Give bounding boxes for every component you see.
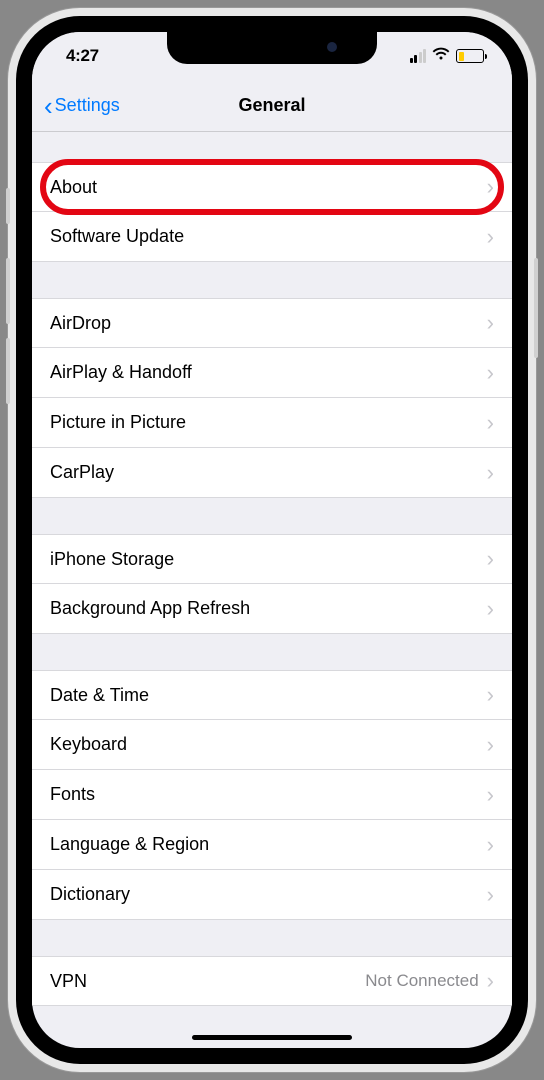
row-label: Language & Region bbox=[50, 834, 487, 855]
settings-row-vpn[interactable]: VPNNot Connected › bbox=[32, 956, 512, 1006]
row-label: AirDrop bbox=[50, 313, 487, 334]
chevron-right-icon: › bbox=[487, 784, 494, 806]
chevron-right-icon: › bbox=[487, 548, 494, 570]
row-label: VPN bbox=[50, 971, 365, 992]
chevron-right-icon: › bbox=[487, 684, 494, 706]
row-label: Fonts bbox=[50, 784, 487, 805]
chevron-right-icon: › bbox=[487, 884, 494, 906]
settings-row-dictionary[interactable]: Dictionary› bbox=[32, 870, 512, 920]
row-label: About bbox=[50, 177, 487, 198]
chevron-right-icon: › bbox=[487, 462, 494, 484]
row-label: AirPlay & Handoff bbox=[50, 362, 487, 383]
settings-content[interactable]: About›Software Update›AirDrop›AirPlay & … bbox=[32, 132, 512, 1048]
chevron-right-icon: › bbox=[487, 312, 494, 334]
navigation-bar: ‹ Settings General bbox=[32, 80, 512, 132]
settings-row-software-update[interactable]: Software Update› bbox=[32, 212, 512, 262]
settings-row-airplay-handoff[interactable]: AirPlay & Handoff› bbox=[32, 348, 512, 398]
row-label: Keyboard bbox=[50, 734, 487, 755]
chevron-right-icon: › bbox=[487, 598, 494, 620]
settings-row-airdrop[interactable]: AirDrop› bbox=[32, 298, 512, 348]
chevron-right-icon: › bbox=[487, 176, 494, 198]
back-button[interactable]: ‹ Settings bbox=[44, 93, 120, 119]
page-title: General bbox=[238, 95, 305, 116]
row-value: Not Connected bbox=[365, 971, 478, 991]
home-indicator[interactable] bbox=[192, 1035, 352, 1040]
row-label: Dictionary bbox=[50, 884, 487, 905]
chevron-right-icon: › bbox=[487, 834, 494, 856]
chevron-right-icon: › bbox=[487, 362, 494, 384]
chevron-left-icon: ‹ bbox=[44, 93, 53, 119]
wifi-icon bbox=[432, 47, 450, 66]
row-label: Picture in Picture bbox=[50, 412, 487, 433]
chevron-right-icon: › bbox=[487, 970, 494, 992]
settings-row-iphone-storage[interactable]: iPhone Storage› bbox=[32, 534, 512, 584]
row-label: Date & Time bbox=[50, 685, 487, 706]
row-label: Software Update bbox=[50, 226, 487, 247]
chevron-right-icon: › bbox=[487, 226, 494, 248]
row-label: CarPlay bbox=[50, 462, 487, 483]
row-label: Background App Refresh bbox=[50, 598, 487, 619]
settings-row-language-region[interactable]: Language & Region› bbox=[32, 820, 512, 870]
settings-row-background-app-refresh[interactable]: Background App Refresh› bbox=[32, 584, 512, 634]
settings-row-picture-in-picture[interactable]: Picture in Picture› bbox=[32, 398, 512, 448]
status-time: 4:27 bbox=[66, 46, 99, 66]
battery-icon bbox=[456, 49, 484, 63]
back-label: Settings bbox=[55, 95, 120, 116]
chevron-right-icon: › bbox=[487, 412, 494, 434]
row-label: iPhone Storage bbox=[50, 549, 487, 570]
settings-row-carplay[interactable]: CarPlay› bbox=[32, 448, 512, 498]
settings-row-keyboard[interactable]: Keyboard› bbox=[32, 720, 512, 770]
device-notch bbox=[167, 32, 377, 64]
settings-row-about[interactable]: About› bbox=[32, 162, 512, 212]
settings-row-fonts[interactable]: Fonts› bbox=[32, 770, 512, 820]
settings-row-date-time[interactable]: Date & Time› bbox=[32, 670, 512, 720]
cellular-icon bbox=[410, 49, 427, 63]
chevron-right-icon: › bbox=[487, 734, 494, 756]
